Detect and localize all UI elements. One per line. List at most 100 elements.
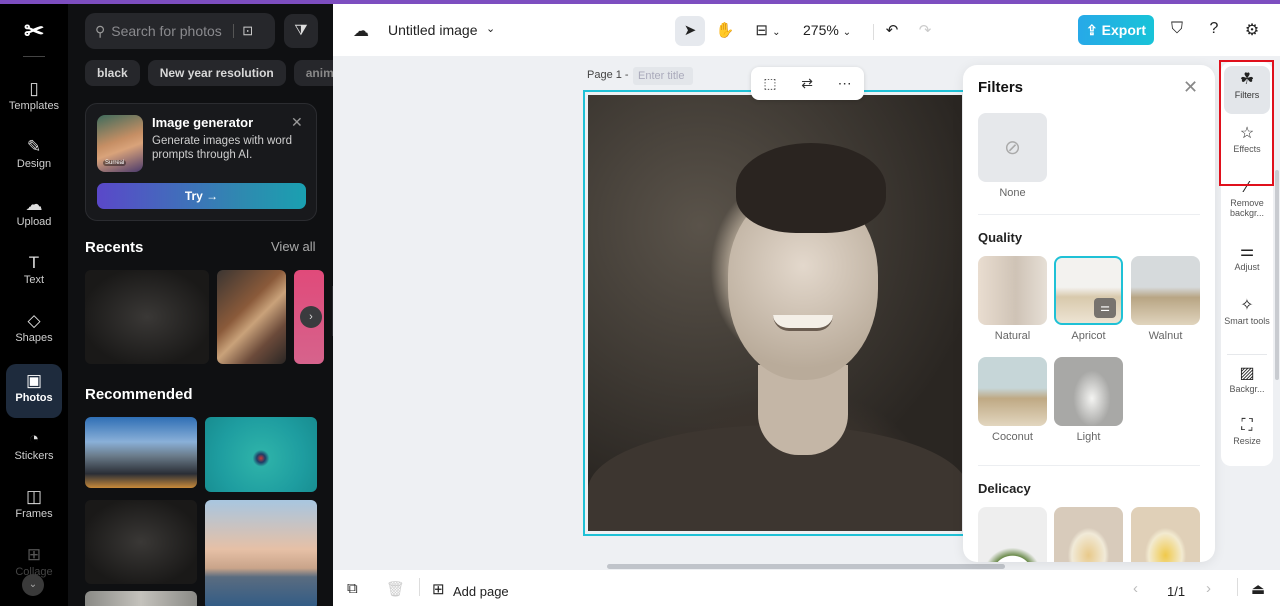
filter-delicacy-2[interactable]	[1054, 507, 1123, 562]
right-rail-adjust[interactable]: ⚌ Adjust	[1224, 238, 1270, 286]
filter-delicacy-1[interactable]	[978, 507, 1047, 562]
view-all-link[interactable]: View all	[271, 239, 316, 254]
collage-icon: ⊞	[26, 545, 42, 564]
bottom-divider	[419, 578, 420, 596]
more-options-icon[interactable]: ⋯	[838, 75, 852, 92]
filter-thumbnail	[1131, 256, 1200, 325]
templates-icon: ▯	[29, 79, 39, 98]
right-rail-smart-tools[interactable]: ✧ Smart tools	[1224, 292, 1270, 346]
recommended-image-dark-texture[interactable]	[85, 500, 197, 584]
chip-black[interactable]: black	[85, 60, 140, 86]
filter-thumbnail	[978, 256, 1047, 325]
portrait-photo[interactable]	[588, 95, 962, 531]
redo-button[interactable]: ↷	[913, 16, 937, 46]
undo-button[interactable]: ↶	[880, 16, 904, 46]
duplicate-page-icon[interactable]: ⧉	[347, 580, 358, 597]
filter-natural[interactable]: Natural	[978, 256, 1047, 342]
pointer-icon: ➤	[683, 22, 697, 39]
rail-item-templates[interactable]: ▯ Templates	[6, 72, 62, 126]
export-button[interactable]: ⇪ Export	[1078, 15, 1154, 45]
cloud-sync-icon[interactable]: ☁	[353, 21, 369, 41]
smart-wand-icon: ✧	[1240, 297, 1254, 314]
filter-thumbnail	[1131, 507, 1200, 562]
undo-icon: ↶	[885, 22, 899, 39]
recent-image-tacos[interactable]	[217, 270, 286, 364]
replace-icon[interactable]: ⇄	[801, 75, 813, 92]
filter-thumbnail: ⚌	[1054, 256, 1123, 325]
rail-more-button[interactable]: ⌄	[22, 574, 44, 596]
rail-item-frames[interactable]: ◫ Frames	[6, 480, 62, 534]
close-icon[interactable]: ✕	[1183, 77, 1198, 98]
previous-page-icon[interactable]: ‹	[1133, 580, 1138, 597]
effects-icon: ☆	[1239, 125, 1255, 142]
image-search-icon[interactable]: ⊡	[242, 23, 253, 39]
horizontal-scrollbar[interactable]	[607, 564, 1005, 569]
search-input[interactable]	[111, 23, 232, 39]
settings-icon[interactable]: ⚙	[1242, 20, 1262, 40]
recent-image-dark-texture[interactable]	[85, 270, 209, 364]
filter-label: Natural	[994, 330, 1031, 342]
rail-item-label: Upload	[16, 216, 52, 228]
filter-apricot[interactable]: ⚌ Apricot	[1054, 256, 1123, 342]
text-icon: T	[28, 253, 40, 272]
close-icon[interactable]: ✕	[291, 114, 303, 131]
recommended-image-stones[interactable]	[85, 591, 197, 606]
recommended-image-skyline[interactable]	[205, 500, 317, 606]
left-rail: ✂ ▯ Templates ✎ Design ☁ Upload T Text ◇ Shap…	[0, 4, 68, 606]
right-rail-background[interactable]: ▨ Backgr...	[1224, 360, 1270, 408]
photos-panel: ⚲ ⊡ ⧩ black New year resolution anim Sur…	[68, 4, 333, 606]
smart-crop-icon[interactable]: ⬚	[763, 75, 776, 92]
filter-delicacy-3[interactable]	[1131, 507, 1200, 562]
document-title[interactable]: Untitled image	[388, 22, 478, 38]
filter-walnut[interactable]: Walnut	[1131, 256, 1200, 342]
page-title-input[interactable]: Enter title	[633, 67, 693, 85]
delete-page-icon[interactable]: 🗑	[386, 580, 405, 598]
section-divider	[978, 465, 1200, 466]
zoom-dropdown[interactable]: 275% ⌄	[803, 22, 851, 38]
filter-thumbnail	[978, 357, 1047, 426]
rail-item-photos[interactable]: ▣ Photos	[6, 364, 62, 418]
right-rail-filters[interactable]: ☘ Filters	[1224, 66, 1270, 114]
chevron-down-icon: ⌄	[772, 27, 781, 38]
next-page-icon[interactable]: ›	[1206, 580, 1211, 597]
adjust-filter-icon[interactable]: ⚌	[1094, 298, 1116, 318]
rail-item-text[interactable]: T Text	[6, 246, 62, 300]
layout-button[interactable]: ⊟ ⌄	[748, 16, 788, 46]
filter-button[interactable]: ⧩	[284, 14, 318, 48]
selected-image-frame[interactable]	[583, 90, 967, 536]
filter-none[interactable]: ⊘ None	[978, 113, 1047, 199]
chevron-down-icon[interactable]: ⌄	[486, 22, 495, 35]
recommended-image-city[interactable]	[85, 417, 197, 488]
filter-light[interactable]: Light	[1054, 357, 1123, 443]
rail-item-upload[interactable]: ☁ Upload	[6, 188, 62, 242]
help-icon[interactable]: ?	[1204, 20, 1224, 38]
recommended-image-boat[interactable]	[205, 417, 317, 492]
shapes-icon: ◇	[27, 311, 41, 330]
right-rail-resize[interactable]: ⛶ Resize	[1224, 412, 1270, 460]
right-rail-label: Resize	[1233, 436, 1261, 446]
right-rail-remove-background[interactable]: ⁄ Remove backgr...	[1224, 174, 1270, 228]
select-tool-button[interactable]: ➤	[675, 16, 705, 46]
chip-new-year-resolution[interactable]: New year resolution	[147, 60, 286, 86]
right-rail-label: Smart tools	[1224, 316, 1270, 326]
expand-pages-icon[interactable]: ⏏	[1251, 580, 1265, 598]
right-rail-effects[interactable]: ☆ Effects	[1224, 120, 1270, 168]
rail-item-stickers[interactable]: ◔ Stickers	[6, 422, 62, 476]
try-button[interactable]: Try →	[97, 183, 306, 209]
rail-item-shapes[interactable]: ◇ Shapes	[6, 304, 62, 358]
hand-tool-button[interactable]: ✋	[710, 16, 740, 46]
chip-anim[interactable]: anim	[293, 60, 333, 86]
rail-item-label: Shapes	[15, 332, 53, 344]
recents-next-button[interactable]: ›	[300, 306, 322, 328]
section-heading-quality: Quality	[978, 230, 1023, 245]
shield-icon[interactable]: ⛉	[1167, 20, 1187, 38]
export-label: Export	[1101, 22, 1146, 38]
capcut-logo-icon[interactable]: ✂	[20, 18, 48, 46]
add-page-button[interactable]: Add page	[453, 584, 509, 599]
add-page-icon[interactable]: ⊞	[432, 580, 445, 598]
filter-coconut[interactable]: Coconut	[978, 357, 1047, 443]
vertical-scrollbar[interactable]	[1275, 170, 1279, 380]
generator-thumbnail: Surreal	[97, 115, 143, 172]
no-filter-icon: ⊘	[978, 113, 1047, 182]
rail-item-design[interactable]: ✎ Design	[6, 130, 62, 184]
